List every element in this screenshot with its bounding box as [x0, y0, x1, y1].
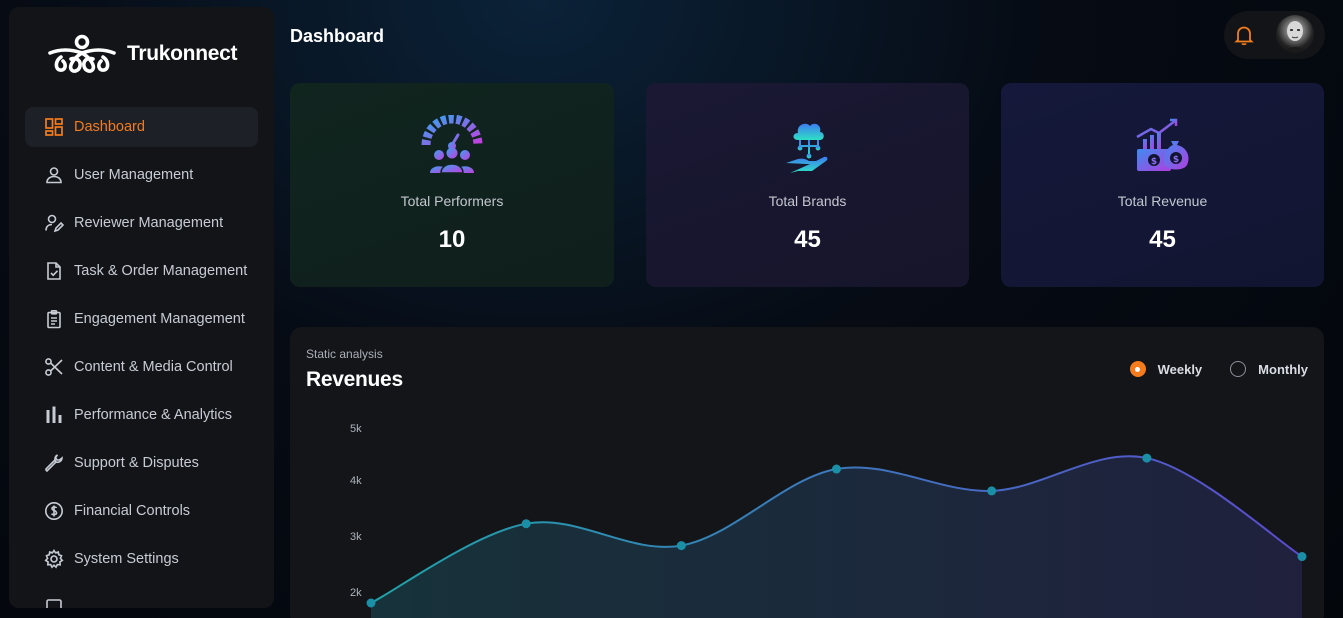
- stat-value: 10: [438, 226, 466, 253]
- stat-label: Total Brands: [768, 193, 847, 209]
- y-tick-label: 2k: [350, 587, 362, 599]
- file-check-icon: [43, 260, 65, 282]
- sidebar-nav: Dashboard User Management Reviewer Manag…: [25, 107, 258, 608]
- sidebar-item-label: Reviewer Management: [74, 215, 224, 231]
- sidebar-item-label: System Settings: [74, 551, 179, 567]
- cloud-hand-icon: [776, 115, 840, 179]
- chart-data-point[interactable]: [366, 598, 376, 608]
- notification-bell-icon[interactable]: [1234, 24, 1254, 46]
- sidebar-item-label: Financial Controls: [74, 503, 191, 519]
- revenue-line-chart: 5k 4k 3k 2k: [350, 423, 1307, 618]
- revenue-chart-panel: Static analysis Revenues Weekly Monthly …: [290, 327, 1324, 618]
- trukonnect-logo-icon: [48, 34, 116, 73]
- sidebar-item-label: Dashboard: [74, 119, 145, 135]
- page-title: Dashboard: [290, 26, 385, 46]
- stat-value: 45: [1149, 226, 1176, 253]
- brand-logo[interactable]: Trukonnect: [47, 33, 237, 75]
- performers-gauge-icon: [420, 114, 484, 179]
- sidebar-item-user-management[interactable]: User Management: [25, 155, 258, 195]
- chart-data-point[interactable]: [521, 519, 531, 529]
- sidebar-item-content-media-control[interactable]: Content & Media Control: [25, 347, 258, 387]
- stat-card-performers[interactable]: Total Performers 10: [290, 83, 614, 287]
- sidebar-item-label: Performance & Analytics: [74, 407, 232, 423]
- scissors-icon: [43, 356, 65, 378]
- sidebar-item-reviewer-management[interactable]: Reviewer Management: [25, 203, 258, 243]
- user-edit-icon: [43, 212, 65, 234]
- chart-data-point[interactable]: [832, 464, 841, 474]
- gear-icon: [43, 548, 65, 570]
- sidebar-item-engagement-management[interactable]: Engagement Management: [25, 299, 258, 339]
- sidebar-item-support-disputes[interactable]: Support & Disputes: [25, 443, 258, 483]
- brand-name: Trukonnect: [127, 42, 238, 65]
- sidebar-item-financial-controls[interactable]: Financial Controls: [25, 491, 258, 531]
- sidebar-item-label: Task & Order Management: [74, 263, 248, 279]
- svg-text:$: $: [1172, 155, 1178, 165]
- sidebar-item-performance-analytics[interactable]: Performance & Analytics: [25, 395, 258, 435]
- stat-value: 45: [794, 226, 821, 253]
- dollar-icon: [43, 500, 65, 522]
- sidebar-item-label: Engagement Management: [74, 311, 245, 327]
- chart-data-point[interactable]: [1142, 453, 1152, 463]
- stat-card-revenue[interactable]: $ $ Total Revenue 45: [1001, 83, 1324, 287]
- sidebar-item-dashboard[interactable]: Dashboard: [25, 107, 258, 147]
- y-tick-label: 4k: [350, 475, 362, 487]
- chart-data-point[interactable]: [987, 486, 997, 496]
- sidebar-item-more[interactable]: [25, 587, 258, 608]
- sidebar-item-system-settings[interactable]: System Settings: [25, 539, 258, 579]
- avatar[interactable]: [1276, 15, 1314, 53]
- wrench-icon: [43, 452, 65, 474]
- sidebar-item-label: Support & Disputes: [74, 455, 199, 471]
- sidebar-item-label: User Management: [74, 167, 194, 183]
- chart-area: [371, 456, 1302, 618]
- y-tick-label: 3k: [350, 531, 362, 543]
- sidebar: Trukonnect Dashboard User Management Rev…: [9, 7, 274, 608]
- bar-chart-icon: [43, 404, 65, 426]
- stat-card-brands[interactable]: Total Brands 45: [646, 83, 969, 287]
- chart-data-point[interactable]: [1297, 552, 1307, 562]
- y-tick-label: 5k: [350, 423, 362, 435]
- chart-data-point[interactable]: [676, 541, 686, 551]
- more-item-icon: [43, 596, 65, 608]
- user-icon: [43, 164, 65, 186]
- stat-label: Total Revenue: [1117, 193, 1208, 209]
- revenue-money-icon: $ $: [1131, 115, 1195, 179]
- clipboard-icon: [43, 308, 65, 330]
- svg-text:$: $: [1150, 157, 1156, 167]
- stat-label: Total Performers: [400, 193, 504, 209]
- sidebar-item-label: Content & Media Control: [74, 359, 233, 375]
- dashboard-icon: [43, 116, 65, 138]
- sidebar-item-task-order-management[interactable]: Task & Order Management: [25, 251, 258, 291]
